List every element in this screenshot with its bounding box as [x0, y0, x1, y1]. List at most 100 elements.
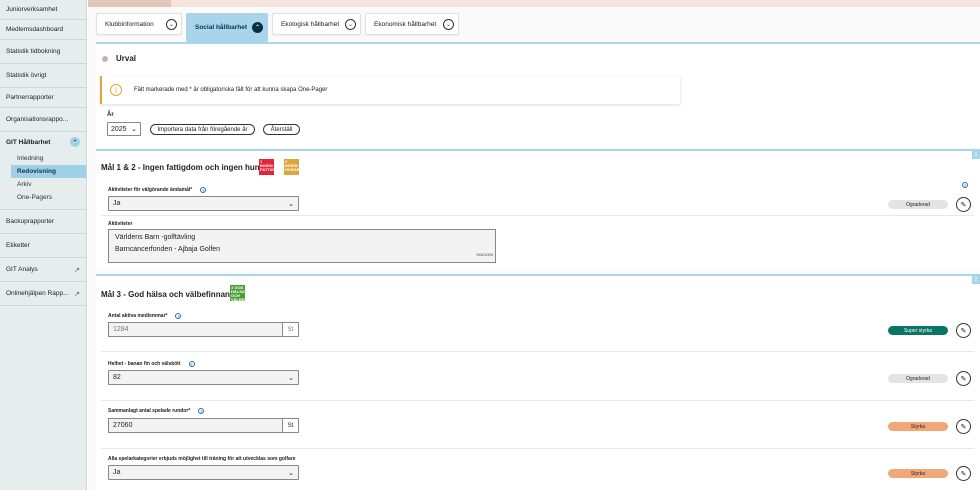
training-opportunity-select[interactable]: Ja ⌄ — [108, 465, 299, 480]
top-strip-active — [88, 0, 171, 7]
tab-label: Ekologisk hållbarhet — [281, 20, 340, 28]
chevron-down-icon: ⌄ — [345, 18, 356, 30]
edit-pencil-icon[interactable]: ✎ — [956, 419, 971, 434]
field-label-text: Aktiviteter — [108, 221, 133, 227]
textarea-line: Världens Barn -golftävling — [115, 234, 196, 241]
sdg-badge-1: 1 INGEN FATTIGDOM — [259, 159, 283, 175]
import-previous-year-button[interactable]: Importera data från föregående år — [150, 124, 255, 135]
urval-title: Urval — [116, 54, 137, 63]
tab-bar: Klubbinformation ⌄ Social hållbarhet ⌃ Eko… — [96, 13, 459, 42]
sidebar-subitems: Inledning Redovisning Arkiv One-Pagers — [0, 152, 86, 210]
external-link-icon: ↗ — [74, 266, 80, 274]
year-label: År — [107, 112, 114, 118]
edit-pencil-icon[interactable]: ✎ — [956, 323, 971, 338]
help-icon[interactable]: ? — [175, 313, 182, 319]
tab-ekonomisk-hallbarhet[interactable]: Ekonomisk hållbarhet ⌄ — [365, 13, 459, 35]
top-strip — [88, 0, 980, 7]
sidebar-group-git-hallbarhet[interactable]: GIT Hållbarhet ⌃ — [0, 132, 86, 152]
goal-section-3: 2 Mål 3 - God hälsa och välbefinnande 3 … — [96, 274, 980, 490]
sidebar-item-label: Onlinehjälpen Rapp... — [6, 290, 69, 297]
status-badge: Styrka — [888, 422, 948, 431]
chevron-down-icon: ⌄ — [288, 469, 294, 477]
external-link-icon: ↗ — [74, 290, 80, 298]
main-content: Klubbinformation ⌄ Social hållbarhet ⌃ Eko… — [88, 0, 980, 490]
field-label: Aktiviteter — [108, 221, 132, 227]
info-notice: i Fält markerade med * är obligatoriska … — [100, 76, 680, 104]
course-quality-select[interactable]: 82 ⌄ — [108, 370, 299, 385]
sidebar-item-medlemsdashboard[interactable]: Medlemsdashboard — [0, 20, 86, 40]
urval-heading: Urval — [102, 54, 136, 63]
chevron-down-icon: ⌄ — [443, 18, 454, 30]
section-title: Mål 3 - God hälsa och välbefinnande — [101, 290, 240, 299]
sidebar-item-label: Juniorverksamhet — [6, 6, 58, 13]
tab-label: Klubbinformation — [105, 20, 154, 28]
help-icon[interactable]: ? — [200, 187, 207, 193]
field-label: Alla spelarkategorier erbjuds möjlighet … — [108, 456, 296, 462]
sidebar-item-label: Backuprapporter — [6, 218, 55, 225]
field-label: Antal aktiva medlemmar* ? — [108, 313, 182, 319]
tab-social-hallbarhet[interactable]: Social hållbarhet ⌃ — [186, 13, 268, 42]
status-badge: Super styrka — [888, 326, 948, 335]
sidebar-subitem-one-pagers[interactable]: One-Pagers — [0, 191, 86, 204]
sidebar-item-label: Partnerrapporter — [6, 94, 54, 101]
edit-pencil-icon[interactable]: ✎ — [956, 197, 971, 212]
played-rounds-input[interactable]: 27060 St — [108, 418, 299, 433]
input-value: 27060 — [113, 422, 133, 429]
field-label-text: Alla spelarkategorier erbjuds möjlighet … — [108, 456, 296, 462]
chevron-up-icon[interactable]: ⌃ — [70, 137, 80, 147]
field-label-text: Aktiviteter för välgörande ändamål* — [108, 187, 193, 193]
chevron-down-icon: ⌄ — [131, 126, 137, 133]
help-icon[interactable]: ? — [188, 361, 195, 367]
tab-label: Social hållbarhet — [195, 24, 248, 31]
sidebar: Juniorverksamhet Medlemsdashboard Statis… — [0, 0, 87, 490]
sidebar-item-statistik-tidbokning[interactable]: Statistik tidbokning — [0, 40, 86, 64]
charity-activities-select[interactable]: Ja ⌄ — [108, 196, 299, 211]
chevron-down-icon: ⌄ — [288, 200, 294, 208]
section-title: Mål 1 & 2 - Ingen fattigdom och ingen hu… — [101, 163, 273, 172]
sdg-badge-2: 2 INGEN HUNGER — [284, 159, 302, 175]
sidebar-item-juniorverksamhet[interactable]: Juniorverksamhet — [0, 0, 86, 20]
sidebar-subitem-redovisning[interactable]: Redovisning — [11, 165, 86, 178]
field-label: Sammanlagt antal spelade rundor* ? — [108, 408, 205, 414]
help-icon[interactable]: ? — [198, 408, 205, 414]
select-value: 82 — [113, 374, 121, 381]
edit-pencil-icon[interactable]: ✎ — [956, 371, 971, 386]
field-label-text: Sammanlagt antal spelade rundor* — [108, 408, 191, 414]
active-members-input[interactable]: 1284 St — [108, 322, 299, 337]
sidebar-group-label: GIT Hållbarhet — [6, 138, 51, 146]
select-value: Ja — [113, 469, 121, 476]
sidebar-item-etiketter[interactable]: Etiketter — [0, 234, 86, 258]
textarea-line: Barncancerfonden - Ajbaja Golfen — [115, 246, 221, 253]
chevron-down-icon: ⌄ — [288, 374, 294, 382]
sidebar-subitem-inledning[interactable]: Inledning — [0, 152, 86, 165]
reset-button[interactable]: Återställ — [263, 124, 300, 135]
edit-pencil-icon[interactable]: ✎ — [956, 466, 971, 481]
sidebar-item-backuprapporter[interactable]: Backuprapporter — [0, 210, 86, 234]
status-badge: Styrka — [888, 469, 948, 478]
unit-label: St — [282, 323, 298, 336]
chevron-down-icon: ⌄ — [166, 18, 177, 30]
status-dot-icon — [102, 55, 108, 62]
info-icon: i — [110, 84, 122, 96]
sidebar-item-git-analys[interactable]: GIT Analys ↗ — [0, 258, 86, 282]
divider — [101, 448, 974, 449]
activities-textarea[interactable]: Världens Barn -golftävling Barncancerfon… — [108, 229, 496, 263]
tab-ekologisk-hallbarhet[interactable]: Ekologisk hållbarhet ⌄ — [272, 13, 361, 35]
goal-section-1-2: 1 Mål 1 & 2 - Ingen fattigdom och ingen … — [96, 149, 980, 271]
sidebar-item-partnerrapporter[interactable]: Partnerrapporter — [0, 88, 86, 108]
sidebar-item-organisationsrapporter[interactable]: Organisationsrappo... — [0, 108, 86, 132]
sidebar-item-onlinehjalpen[interactable]: Onlinehjälpen Rapp... ↗ — [0, 282, 86, 306]
divider — [101, 215, 974, 216]
tab-klubbinformation[interactable]: Klubbinformation ⌄ — [96, 13, 182, 35]
help-icon[interactable]: ? — [962, 182, 968, 188]
sdg-badge-3: 3 GOD HÄLSA OCH VÄLBEFINNANDE — [230, 285, 266, 302]
sidebar-item-label: Organisationsrappo... — [6, 116, 69, 123]
sidebar-item-statistik-ovrigt[interactable]: Statistik övrigt — [0, 64, 86, 88]
sidebar-subitem-arkiv[interactable]: Arkiv — [0, 178, 86, 191]
section-number: 1 — [972, 151, 980, 159]
year-select[interactable]: 2025 ⌄ — [107, 122, 141, 136]
divider — [101, 400, 974, 401]
field-label-text: Helhet - banan fin och välskött — [108, 361, 181, 367]
sidebar-item-label: Medlemsdashboard — [6, 26, 64, 33]
unit-label: St — [282, 419, 298, 432]
